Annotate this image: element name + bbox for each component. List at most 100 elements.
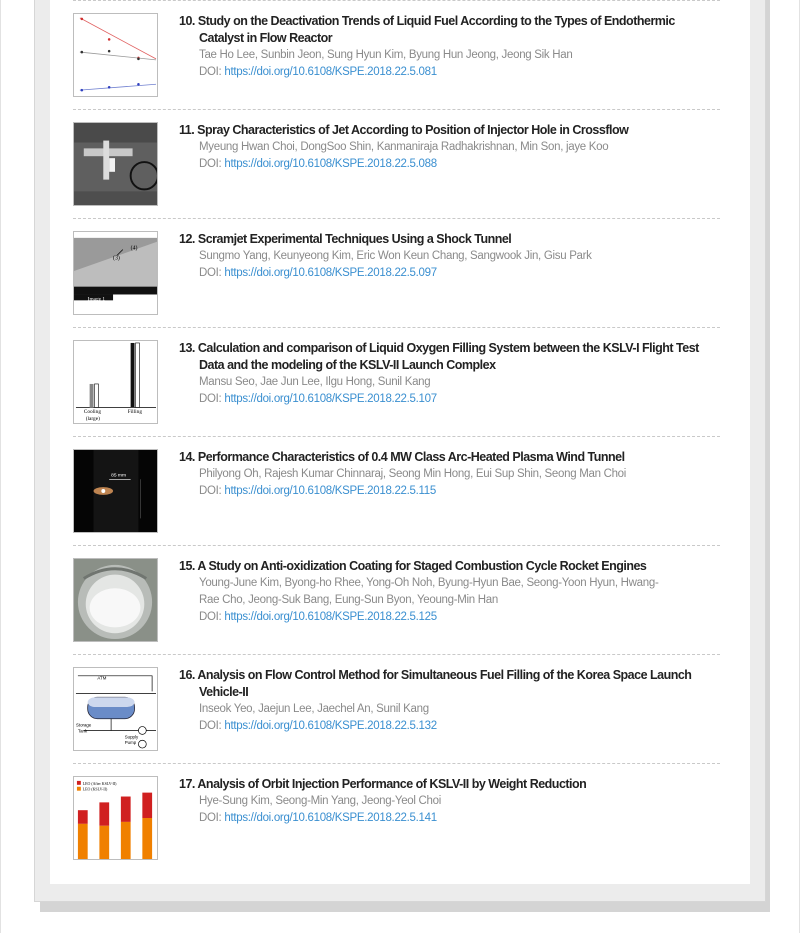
article-authors-17: Hye-Sung Kim, Seong-Min Yang, Jeong-Yeol… — [199, 795, 441, 807]
article-text-15: 15. A Study on Anti-oxidization Coating … — [179, 558, 719, 626]
article-number: 13. — [179, 341, 195, 355]
article-title-text: Analysis of Orbit Injection Performance … — [197, 777, 587, 791]
article-thumbnail-17[interactable]: LEO (After KSLV-II) LEO (KSLV-II) — [73, 776, 158, 860]
spray-image-thumbnail-icon — [74, 123, 157, 205]
article-doi-13: DOI: https://doi.org/10.6108/KSPE.2018.2… — [179, 391, 719, 408]
thumb-label: LEO (KSLV-II) — [83, 788, 108, 792]
doi-link-11[interactable]: https://doi.org/10.6108/KSPE.2018.22.5.0… — [224, 158, 437, 170]
article-thumbnail-10[interactable] — [73, 13, 158, 97]
coating-photo-thumbnail-icon — [74, 559, 157, 641]
article-number: 10. — [179, 14, 195, 28]
article-doi-16: DOI: https://doi.org/10.6108/KSPE.2018.2… — [179, 718, 719, 735]
article-item-11: 11. Spray Characteristics of Jet Accordi… — [73, 122, 720, 212]
article-text-10: 10. Study on the Deactivation Trends of … — [179, 13, 719, 81]
divider — [73, 109, 720, 110]
thumb-label: Image 1 — [88, 296, 106, 302]
article-doi-12: DOI: https://doi.org/10.6108/KSPE.2018.2… — [179, 265, 719, 282]
article-title-11[interactable]: 11. Spray Characteristics of Jet Accordi… — [179, 122, 719, 139]
article-title-17[interactable]: 17. Analysis of Orbit Injection Performa… — [179, 776, 719, 793]
article-title-text: Performance Characteristics of 0.4 MW Cl… — [197, 450, 625, 464]
thumb-label: Tank — [78, 728, 88, 733]
doi-label: DOI: — [199, 485, 222, 497]
article-item-12: (4) (3) Image 1 12. Scramjet Experimenta… — [73, 231, 720, 321]
article-thumbnail-16[interactable]: ATM Storage Tank Supply Pump — [73, 667, 158, 751]
article-title-16[interactable]: 16. Analysis on Flow Control Method for … — [179, 667, 719, 701]
article-authors-10: Tae Ho Lee, Sunbin Jeon, Sung Hyun Kim, … — [199, 49, 573, 61]
article-number: 11. — [179, 123, 195, 137]
article-thumbnail-12[interactable]: (4) (3) Image 1 — [73, 231, 158, 315]
doi-link-14[interactable]: https://doi.org/10.6108/KSPE.2018.22.5.1… — [224, 485, 436, 497]
article-title-text: Calculation and comparison of Liquid Oxy… — [197, 341, 699, 372]
article-text-17: 17. Analysis of Orbit Injection Performa… — [179, 776, 719, 827]
article-item-14: 85 mm 14. Performance Characteristics of… — [73, 449, 720, 539]
line-chart-thumbnail-icon — [79, 17, 157, 92]
article-authors-12: Sungmo Yang, Keunyeong Kim, Eric Won Keu… — [199, 250, 592, 262]
article-thumbnail-13[interactable]: Cooling (large) Filling — [73, 340, 158, 424]
doi-label: DOI: — [199, 66, 222, 78]
divider — [73, 327, 720, 328]
thumb-label: Filling — [128, 409, 143, 415]
article-authors-11: Myeung Hwan Choi, DongSoo Shin, Kanmanir… — [199, 141, 609, 153]
article-title-text: Spray Characteristics of Jet According t… — [197, 123, 629, 137]
doi-link-15[interactable]: https://doi.org/10.6108/KSPE.2018.22.5.1… — [224, 611, 437, 623]
article-thumbnail-14[interactable]: 85 mm — [73, 449, 158, 533]
article-text-16: 16. Analysis on Flow Control Method for … — [179, 667, 719, 735]
article-authors-16: Inseok Yeo, Jaejun Lee, Jaechel An, Suni… — [199, 703, 429, 715]
doi-label: DOI: — [199, 720, 222, 732]
doi-link-12[interactable]: https://doi.org/10.6108/KSPE.2018.22.5.0… — [224, 267, 437, 279]
article-text-14: 14. Performance Characteristics of 0.4 M… — [179, 449, 719, 500]
thumb-label: Pump — [125, 740, 137, 745]
article-number: 15. — [179, 559, 195, 573]
article-item-15: 15. A Study on Anti-oxidization Coating … — [73, 558, 720, 653]
article-thumbnail-15[interactable] — [73, 558, 158, 642]
article-text-13: 13. Calculation and comparison of Liquid… — [179, 340, 719, 408]
thumb-label: (3) — [113, 254, 120, 261]
article-doi-15: DOI: https://doi.org/10.6108/KSPE.2018.2… — [179, 609, 719, 626]
article-authors-15: Young-June Kim, Byong-ho Rhee, Yong-Oh N… — [199, 577, 659, 606]
article-doi-17: DOI: https://doi.org/10.6108/KSPE.2018.2… — [179, 810, 719, 827]
plasma-image-thumbnail-icon: 85 mm — [74, 450, 157, 532]
system-diagram-thumbnail-icon: ATM Storage Tank Supply Pump — [75, 675, 157, 749]
doi-link-17[interactable]: https://doi.org/10.6108/KSPE.2018.22.5.1… — [224, 812, 437, 824]
article-doi-11: DOI: https://doi.org/10.6108/KSPE.2018.2… — [179, 156, 719, 173]
divider — [73, 654, 720, 655]
article-list-panel: 10. Study on the Deactivation Trends of … — [50, 0, 750, 884]
article-number: 16. — [179, 668, 195, 682]
stacked-bar-thumbnail-icon: LEO (After KSLV-II) LEO (KSLV-II) — [76, 780, 153, 859]
article-doi-10: DOI: https://doi.org/10.6108/KSPE.2018.2… — [179, 64, 719, 81]
article-title-text: Study on the Deactivation Trends of Liqu… — [197, 14, 675, 45]
doi-label: DOI: — [199, 611, 222, 623]
article-item-10: 10. Study on the Deactivation Trends of … — [73, 13, 720, 103]
doi-link-16[interactable]: https://doi.org/10.6108/KSPE.2018.22.5.1… — [224, 720, 437, 732]
article-title-13[interactable]: 13. Calculation and comparison of Liquid… — [179, 340, 719, 374]
doi-link-13[interactable]: https://doi.org/10.6108/KSPE.2018.22.5.1… — [224, 393, 437, 405]
doi-label: DOI: — [199, 812, 222, 824]
divider — [73, 436, 720, 437]
divider — [73, 763, 720, 764]
thumb-label: LEO (After KSLV-II) — [83, 782, 117, 786]
doi-label: DOI: — [199, 393, 222, 405]
article-authors-14: Philyong Oh, Rajesh Kumar Chinnaraj, Seo… — [199, 468, 627, 480]
article-number: 12. — [179, 232, 195, 246]
thumb-label: Supply — [125, 734, 139, 739]
article-thumbnail-11[interactable] — [73, 122, 158, 206]
thumb-label: 85 mm — [111, 472, 126, 478]
thumb-label: Storage — [76, 723, 92, 728]
schlieren-image-thumbnail-icon: (4) (3) Image 1 — [74, 232, 157, 314]
thumb-label: (large) — [86, 415, 100, 422]
divider — [73, 0, 720, 1]
article-doi-14: DOI: https://doi.org/10.6108/KSPE.2018.2… — [179, 483, 719, 500]
article-title-14[interactable]: 14. Performance Characteristics of 0.4 M… — [179, 449, 719, 466]
article-title-10[interactable]: 10. Study on the Deactivation Trends of … — [179, 13, 719, 47]
article-title-12[interactable]: 12. Scramjet Experimental Techniques Usi… — [179, 231, 719, 248]
doi-link-10[interactable]: https://doi.org/10.6108/KSPE.2018.22.5.0… — [224, 66, 437, 78]
article-title-15[interactable]: 15. A Study on Anti-oxidization Coating … — [179, 558, 719, 575]
article-number: 14. — [179, 450, 195, 464]
article-number: 17. — [179, 777, 195, 791]
divider — [73, 218, 720, 219]
page-border-left — [0, 0, 1, 933]
article-text-12: 12. Scramjet Experimental Techniques Usi… — [179, 231, 719, 282]
doi-label: DOI: — [199, 267, 222, 279]
thumb-label: (4) — [131, 245, 138, 252]
bar-chart-thumbnail-icon: Cooling (large) Filling — [75, 342, 157, 422]
